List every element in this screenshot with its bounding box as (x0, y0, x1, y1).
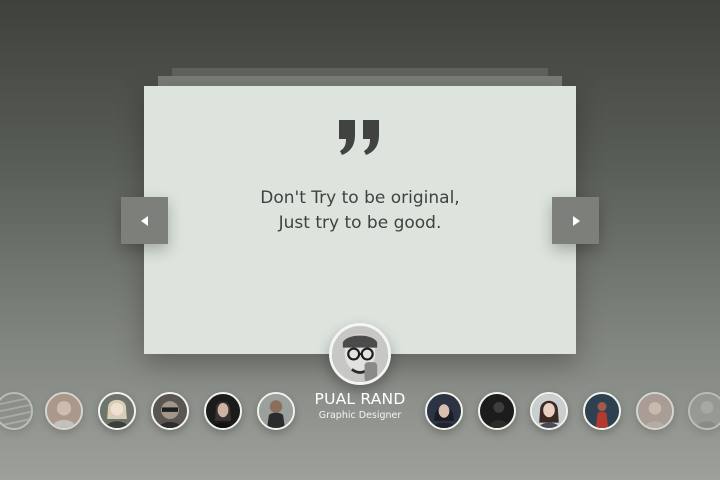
person-photo (332, 326, 388, 382)
woman-light-avatar (638, 394, 672, 428)
man-dark-avatar (480, 394, 514, 428)
quote-line-2: Just try to be good. (278, 213, 442, 233)
avatar-thumb-right-4[interactable] (583, 392, 621, 430)
avatar-thumb-left-6[interactable] (257, 392, 295, 430)
woman-dark-avatar (206, 394, 240, 428)
woman-smiling-avatar (532, 394, 566, 428)
previous-button[interactable] (121, 197, 168, 244)
avatar-thumb-right-6[interactable] (688, 392, 720, 430)
quote-line-1: Don't Try to be original, (260, 188, 460, 208)
woman-portrait-avatar (47, 394, 81, 428)
quote-text: Don't Try to be original, Just try to be… (144, 186, 576, 236)
avatar-thumb-left-4[interactable] (151, 392, 189, 430)
avatar-thumb-left-1[interactable] (0, 392, 33, 430)
woman-red-avatar (585, 394, 619, 428)
avatar-thumb-right-1[interactable] (425, 392, 463, 430)
triangle-right-icon (572, 215, 580, 226)
quote-mark-icon (144, 118, 576, 160)
next-button[interactable] (552, 197, 599, 244)
avatar-thumb-right-5[interactable] (636, 392, 674, 430)
person-grey-avatar (690, 394, 720, 428)
woman-portrait-avatar (100, 394, 134, 428)
avatar-thumb-left-3[interactable] (98, 392, 136, 430)
person-name: PUAL RAND (314, 390, 406, 408)
active-person-avatar[interactable] (329, 323, 391, 385)
man-glasses-avatar (153, 394, 187, 428)
avatar-thumb-right-2[interactable] (478, 392, 516, 430)
man-portrait-avatar (259, 394, 293, 428)
avatar-thumb-left-5[interactable] (204, 392, 242, 430)
avatar-thumb-right-3[interactable] (530, 392, 568, 430)
striped-abstract-avatar (0, 394, 31, 428)
person-role: Graphic Designer (318, 410, 402, 421)
avatar-thumb-left-2[interactable] (45, 392, 83, 430)
triangle-left-icon (140, 215, 148, 226)
woman-hood-avatar (427, 394, 461, 428)
testimonial-card: Don't Try to be original, Just try to be… (144, 86, 576, 354)
